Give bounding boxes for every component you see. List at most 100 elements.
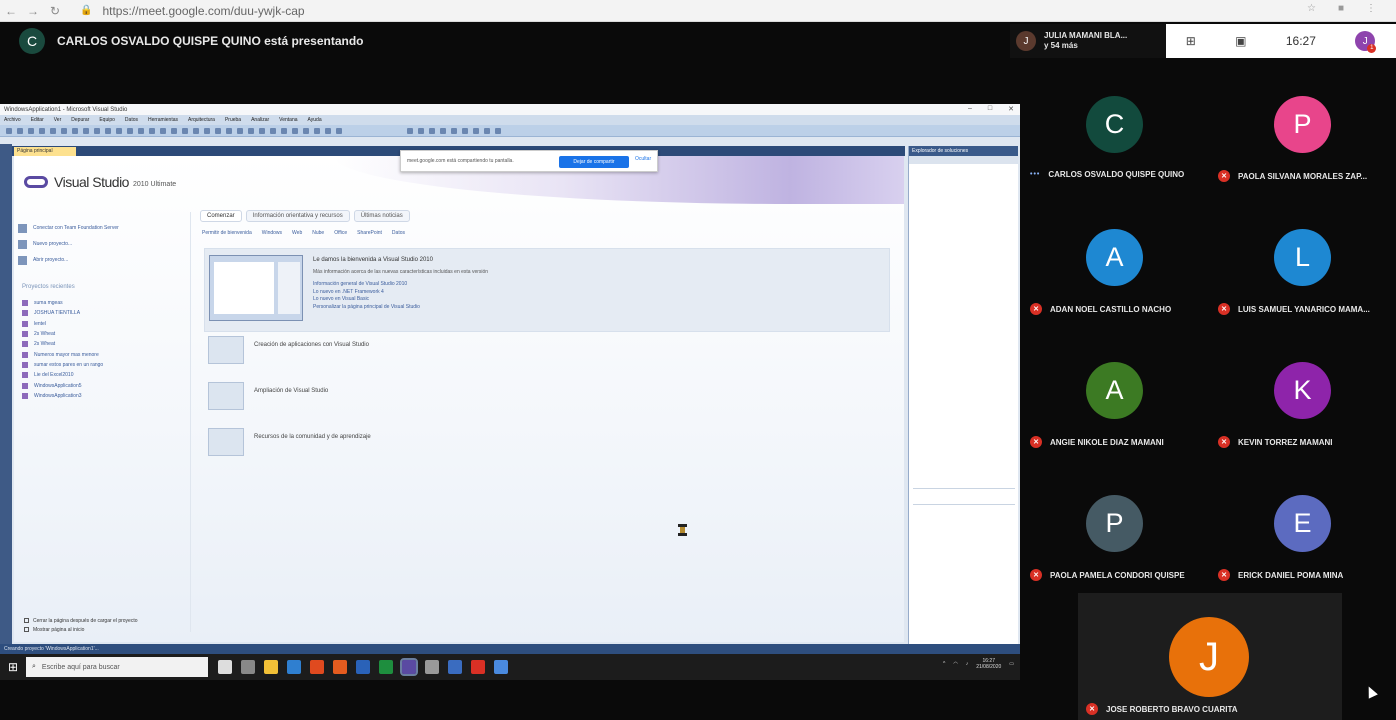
powerpoint-icon[interactable] [471, 660, 485, 674]
self-view-tile[interactable]: J ✕ JOSE ROBERTO BRAVO CUARITA [1078, 593, 1342, 720]
outlook-icon[interactable] [448, 660, 462, 674]
tab-start-page[interactable]: Página principal [14, 147, 76, 156]
recent-project-item[interactable]: Lie del Excel2010 [22, 370, 192, 380]
vs-toolbar-button[interactable] [116, 128, 122, 134]
lock-icon[interactable]: 🔒 [80, 5, 92, 16]
excel-icon[interactable] [379, 660, 393, 674]
vs-toolbar-button[interactable] [160, 128, 166, 134]
vs-toolbar-button[interactable] [473, 128, 479, 134]
vs-menu-item[interactable]: Ayuda [308, 117, 322, 123]
vs-sub-tab[interactable]: Permitir de bienvenida [202, 230, 252, 236]
welcome-link[interactable]: Lo nuevo en .NET Framework 4 [313, 289, 420, 297]
extension-icon[interactable]: ■ [1338, 3, 1344, 14]
vs-toolbar-button[interactable] [226, 128, 232, 134]
vs-toolbar-button[interactable] [149, 128, 155, 134]
vs-sub-tab[interactable]: Office [334, 230, 347, 236]
cortana-icon[interactable] [241, 660, 255, 674]
forward-icon[interactable]: → [22, 4, 44, 18]
participant-tile[interactable]: L ✕ LUIS SAMUEL YANARICO MAMA... [1208, 193, 1396, 326]
menu-icon[interactable]: ⋮ [1366, 3, 1376, 14]
visual-studio-icon[interactable] [400, 658, 418, 676]
vs-sub-tab[interactable]: SharePoint [357, 230, 382, 236]
chrome-icon[interactable] [310, 660, 324, 674]
welcome-link[interactable]: Personalizar la página principal de Visu… [313, 304, 420, 312]
reload-icon[interactable]: ↻ [44, 4, 66, 18]
section-extend-vs[interactable]: Ampliación de Visual Studio [208, 382, 608, 418]
account-area[interactable]: J 1 [1355, 30, 1377, 53]
maximize-icon[interactable]: □ [988, 105, 992, 113]
vs-toolbar-button[interactable] [451, 128, 457, 134]
layout-icon[interactable]: ⊞ [1186, 34, 1196, 48]
edge-icon[interactable] [287, 660, 301, 674]
vs-toolbar-button[interactable] [215, 128, 221, 134]
vs-start-link[interactable]: Conectar con Team Foundation Server [18, 220, 188, 236]
close-icon[interactable]: ✕ [1008, 105, 1014, 113]
vs-menu-item[interactable]: Archivo [4, 117, 21, 123]
recent-project-item[interactable]: Numeros mayor mas menore [22, 349, 192, 359]
vs-toolbar-button[interactable] [6, 128, 12, 134]
vs-menu-item[interactable]: Depurar [71, 117, 89, 123]
participant-tile[interactable]: P ✕ PAOLA PAMELA CONDORI QUISPE [1020, 459, 1208, 592]
notification-icon[interactable]: ▭ [1009, 661, 1014, 667]
vs-toolbar-button[interactable] [127, 128, 133, 134]
vs-sub-tab[interactable]: Windows [262, 230, 282, 236]
section-build-apps[interactable]: Creación de aplicaciones con Visual Stud… [208, 336, 608, 372]
vs-main-tab[interactable]: Últimas noticias [353, 210, 410, 222]
vs-toolbar-button[interactable] [281, 128, 287, 134]
participant-tile[interactable]: C ••• CARLOS OSVALDO QUISPE QUINO [1020, 60, 1208, 193]
back-icon[interactable]: ← [0, 4, 22, 18]
vs-sub-tab[interactable]: Web [292, 230, 302, 236]
tray-chevron-icon[interactable]: ^ [943, 661, 945, 667]
file-explorer-icon[interactable] [264, 660, 278, 674]
vs-menu-item[interactable]: Editar [31, 117, 44, 123]
vs-toolbar-button[interactable] [418, 128, 424, 134]
vs-toolbar-button[interactable] [17, 128, 23, 134]
recent-project-item[interactable]: 2s Wheat [22, 339, 192, 349]
star-icon[interactable]: ☆ [1307, 3, 1316, 14]
recent-project-item[interactable]: sumar estos pares en un rango [22, 360, 192, 370]
vs-start-link[interactable]: Abrir proyecto... [18, 252, 188, 268]
vs-start-link[interactable]: Nuevo proyecto... [18, 236, 188, 252]
vs-toolbar-button[interactable] [314, 128, 320, 134]
word-icon[interactable] [356, 660, 370, 674]
vs-menu-item[interactable]: Ventana [279, 117, 297, 123]
vs-toolbar-button[interactable] [193, 128, 199, 134]
taskbar-clock[interactable]: 16:27 21/08/2020 [976, 658, 1001, 670]
vs-toolbar-button[interactable] [259, 128, 265, 134]
welcome-link[interactable]: Información general de Visual Studio 201… [313, 281, 420, 289]
minimize-icon[interactable]: – [968, 105, 972, 113]
vs-main-tab[interactable]: Comenzar [200, 210, 242, 222]
participant-tile[interactable]: K ✕ KEVIN TORREZ MAMANI [1208, 326, 1396, 459]
taskbar-search-input[interactable]: ⌕ Escribe aquí para buscar [26, 657, 208, 677]
vs-menu-item[interactable]: Datos [125, 117, 138, 123]
vs-toolbar-button[interactable] [429, 128, 435, 134]
stop-sharing-button[interactable]: Dejar de compartir [559, 156, 629, 168]
recent-project-item[interactable]: suma mgeas [22, 298, 192, 308]
vs-toolbar-button[interactable] [28, 128, 34, 134]
hide-button[interactable]: Ocultar [635, 156, 651, 162]
vs-toolbar-button[interactable] [495, 128, 501, 134]
vs-toolbar-button[interactable] [484, 128, 490, 134]
participant-tile[interactable]: A ✕ ANGIE NIKOLE DIAZ MAMANI [1020, 326, 1208, 459]
vs-toolbar-button[interactable] [61, 128, 67, 134]
vs-toolbar-button[interactable] [105, 128, 111, 134]
windows-start-icon[interactable]: ⊞ [0, 654, 26, 680]
vs-toolbar-button[interactable] [171, 128, 177, 134]
vs-toolbar-button[interactable] [94, 128, 100, 134]
vs-toolbar-button[interactable] [292, 128, 298, 134]
vs-menu-item[interactable]: Arquitectura [188, 117, 215, 123]
app-icon[interactable] [494, 660, 508, 674]
vs-toolbar-button[interactable] [440, 128, 446, 134]
address-bar[interactable]: https://meet.google.com/duu-ywjk-cap [102, 4, 304, 18]
welcome-link[interactable]: Lo nuevo en Visual Basic [313, 296, 420, 304]
vs-toolbar-button[interactable] [336, 128, 342, 134]
participant-tile[interactable]: A ✕ ADAN NOEL CASTILLO NACHO [1020, 193, 1208, 326]
vs-toolbar-button[interactable] [270, 128, 276, 134]
vs-toolbar-button[interactable] [83, 128, 89, 134]
recent-project-item[interactable]: JOSHUA TIENTILLA [22, 308, 192, 318]
calculator-icon[interactable] [425, 660, 439, 674]
vs-start-checkbox[interactable]: Mostrar página al inicio [24, 625, 138, 634]
captions-icon[interactable]: ▣ [1235, 34, 1246, 48]
participant-tile[interactable]: E ✕ ERICK DANIEL POMA MINA [1208, 459, 1396, 592]
recent-project-item[interactable]: WindowsApplication3 [22, 391, 192, 401]
